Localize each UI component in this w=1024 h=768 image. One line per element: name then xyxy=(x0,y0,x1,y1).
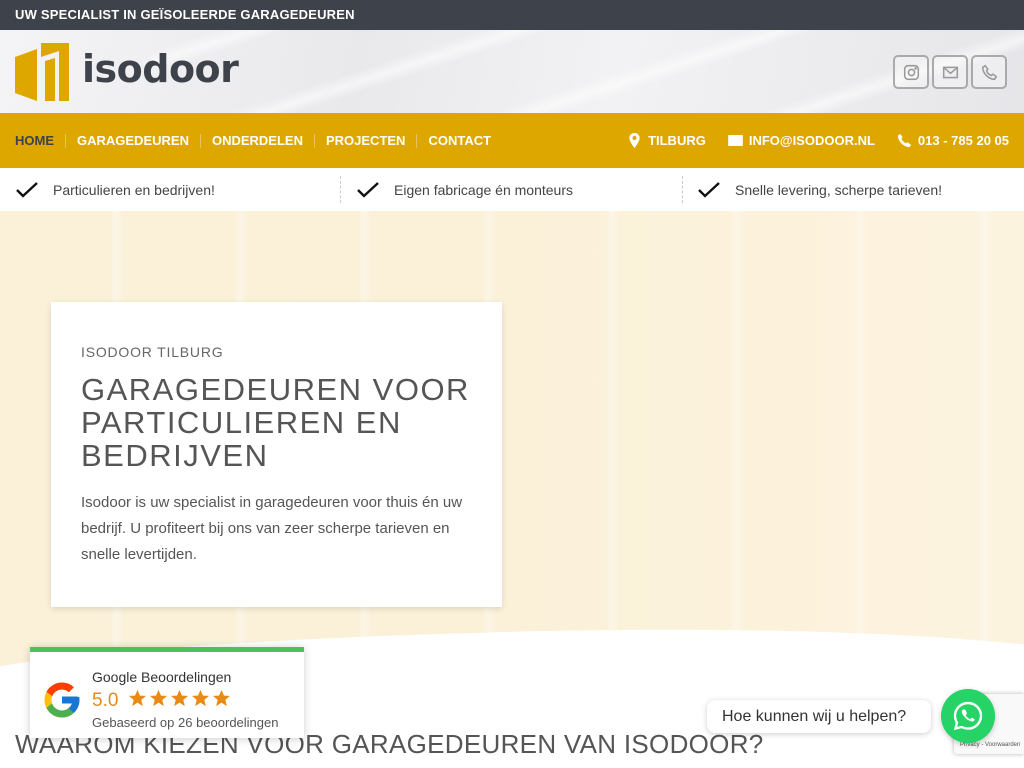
usp-item: Particulieren en bedrijven! xyxy=(15,168,215,211)
checkmark-icon xyxy=(698,181,720,198)
google-g-icon xyxy=(44,682,80,718)
nav-item-onderdelen[interactable]: ONDERDELEN xyxy=(201,113,314,168)
star-icon xyxy=(149,689,168,707)
chat-prompt-bubble[interactable]: Hoe kunnen wij u helpen? xyxy=(707,700,931,733)
nav-location-text: TILBURG xyxy=(648,133,706,148)
star-icon xyxy=(212,689,231,707)
nav-item-projecten[interactable]: PROJECTEN xyxy=(315,113,416,168)
google-review-title: Google Beoordelingen xyxy=(92,669,232,685)
mail-icon xyxy=(942,66,958,78)
star-icon xyxy=(191,689,210,707)
nav-item-home[interactable]: HOME xyxy=(0,113,65,168)
checkmark-icon xyxy=(16,181,38,198)
usp-item: Snelle levering, scherpe tarieven! xyxy=(697,168,942,211)
usp-text: Eigen fabricage én monteurs xyxy=(394,181,573,198)
google-review-widget[interactable]: Google Beoordelingen 5.0 Gebaseerd op 26… xyxy=(30,647,304,738)
phone-icon xyxy=(897,133,911,148)
star-icon xyxy=(128,689,147,707)
mail-button[interactable] xyxy=(932,55,968,89)
phone-icon xyxy=(981,64,997,80)
usp-item: Eigen fabricage én monteurs xyxy=(356,168,573,211)
main-navigation: HOME GARAGEDEUREN ONDERDELEN PROJECTEN C… xyxy=(0,113,1024,168)
whatsapp-button[interactable] xyxy=(941,689,995,743)
usp-text: Particulieren en bedrijven! xyxy=(53,181,215,198)
hero-body: Isodoor is uw specialist in garagedeuren… xyxy=(81,494,463,563)
usp-divider xyxy=(340,176,341,203)
google-review-stars xyxy=(128,689,233,708)
nav-item-contact[interactable]: CONTACT xyxy=(417,113,502,168)
top-announcement-bar: UW SPECIALIST IN GEÏSOLEERDE GARAGEDEURE… xyxy=(0,0,1024,30)
phone-button[interactable] xyxy=(971,55,1007,89)
location-pin-icon xyxy=(629,133,640,148)
nav-location-link[interactable]: TILBURG xyxy=(627,133,706,148)
hero-card: ISODOOR TILBURG GARAGEDEUREN VOOR PARTIC… xyxy=(51,302,502,607)
top-announcement-text: UW SPECIALIST IN GEÏSOLEERDE GARAGEDEURE… xyxy=(15,7,355,22)
chat-prompt-text: Hoe kunnen wij u helpen? xyxy=(722,708,907,725)
usp-text: Snelle levering, scherpe tarieven! xyxy=(735,181,943,198)
instagram-button[interactable] xyxy=(893,55,929,89)
nav-email-link[interactable]: INFO@ISODOOR.NL xyxy=(728,133,875,148)
usp-bar: Particulieren en bedrijven! Eigen fabric… xyxy=(0,168,1024,211)
envelope-icon xyxy=(728,135,743,146)
nav-email-text: INFO@ISODOOR.NL xyxy=(748,133,875,148)
instagram-icon xyxy=(903,64,919,80)
checkmark-icon xyxy=(357,181,379,198)
google-review-score: 5.0 xyxy=(92,690,119,711)
star-icon xyxy=(170,689,189,707)
usp-divider xyxy=(682,176,683,203)
nav-phone-link[interactable]: 013 - 785 20 05 xyxy=(897,133,1009,148)
site-header: isodoor xyxy=(0,30,1024,113)
door-logo-icon xyxy=(15,43,69,101)
site-logo[interactable]: isodoor xyxy=(15,43,239,101)
hero-title: GARAGEDEUREN VOOR PARTICULIEREN EN BEDRI… xyxy=(81,372,470,473)
logo-text: isodoor xyxy=(82,47,239,91)
nav-phone-text: 013 - 785 20 05 xyxy=(917,133,1009,148)
google-review-count: Gebaseerd op 26 beoordelingen xyxy=(92,715,279,730)
nav-item-garagedeuren[interactable]: GARAGEDEUREN xyxy=(66,113,200,168)
whatsapp-icon xyxy=(953,701,983,731)
hero-kicker: ISODOOR TILBURG xyxy=(81,344,224,360)
nav-contact-info: TILBURG INFO@ISODOOR.NL 013 - 785 20 05 xyxy=(605,113,1009,168)
